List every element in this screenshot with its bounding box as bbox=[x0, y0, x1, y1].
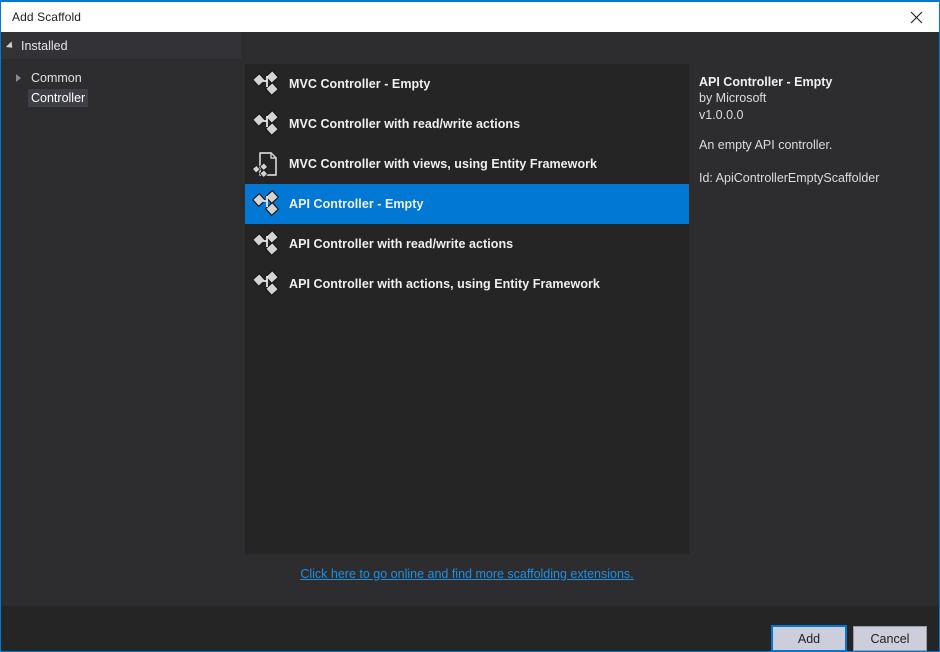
controller-scaffold-icon bbox=[245, 230, 289, 258]
controller-scaffold-icon bbox=[245, 110, 289, 138]
page-controller-scaffold-icon bbox=[245, 150, 289, 178]
list-item-label: MVC Controller - Empty bbox=[289, 77, 431, 91]
list-item-label: MVC Controller with read/write actions bbox=[289, 117, 521, 131]
list-item-label: MVC Controller with views, using Entity … bbox=[289, 157, 598, 171]
list-item[interactable]: API Controller with actions, using Entit… bbox=[245, 264, 689, 304]
triangle-right-icon[interactable] bbox=[16, 74, 21, 82]
sidebar-tree: Common Controller bbox=[1, 59, 241, 108]
detail-title: API Controller - Empty bbox=[699, 75, 833, 89]
list-item-label: API Controller - Empty bbox=[289, 197, 424, 211]
sidebar-item-label: Controller bbox=[28, 89, 89, 107]
detail-id: Id: ApiControllerEmptyScaffolder bbox=[699, 171, 880, 185]
list-item[interactable]: MVC Controller with views, using Entity … bbox=[245, 144, 689, 184]
sidebar-item-common[interactable]: Common bbox=[1, 68, 241, 88]
list-item[interactable]: MVC Controller with read/write actions bbox=[245, 104, 689, 144]
list-item[interactable]: MVC Controller - Empty bbox=[245, 64, 689, 104]
close-icon bbox=[910, 11, 923, 24]
sidebar-header-label: Installed bbox=[21, 38, 68, 53]
list-item-label: API Controller with actions, using Entit… bbox=[289, 277, 600, 291]
detail-version: v1.0.0.0 bbox=[699, 108, 744, 122]
extensions-link-container: Click here to go online and find more sc… bbox=[245, 565, 689, 583]
controller-scaffold-icon bbox=[245, 270, 289, 298]
close-button[interactable] bbox=[893, 2, 939, 32]
sidebar-item-label: Common bbox=[31, 71, 82, 85]
list-item[interactable]: API Controller - Empty bbox=[245, 184, 689, 224]
triangle-down-icon bbox=[5, 41, 16, 51]
controller-scaffold-icon bbox=[245, 70, 289, 98]
controller-scaffold-icon bbox=[245, 190, 289, 218]
detail-description: An empty API controller. bbox=[699, 138, 833, 152]
sidebar-header-installed[interactable]: Installed bbox=[1, 32, 241, 59]
detail-author: by Microsoft bbox=[699, 91, 767, 105]
scaffolding-extensions-link[interactable]: Click here to go online and find more sc… bbox=[300, 567, 633, 581]
sidebar: Installed Common Controller bbox=[1, 32, 241, 622]
scaffold-list: MVC Controller - Empty MVC Controller wi… bbox=[245, 64, 689, 554]
add-button[interactable]: Add bbox=[771, 625, 847, 651]
list-item-label: API Controller with read/write actions bbox=[289, 237, 514, 251]
add-scaffold-dialog: Add Scaffold Installed Common Controller bbox=[0, 0, 940, 652]
sidebar-item-controller[interactable]: Controller bbox=[1, 88, 241, 108]
list-item[interactable]: API Controller with read/write actions bbox=[245, 224, 689, 264]
cancel-button[interactable]: Cancel bbox=[853, 626, 927, 651]
dialog-title: Add Scaffold bbox=[12, 10, 82, 24]
detail-panel: API Controller - Empty by Microsoft v1.0… bbox=[699, 74, 929, 187]
title-bar: Add Scaffold bbox=[1, 2, 939, 32]
dialog-footer: Add Cancel bbox=[1, 606, 939, 651]
